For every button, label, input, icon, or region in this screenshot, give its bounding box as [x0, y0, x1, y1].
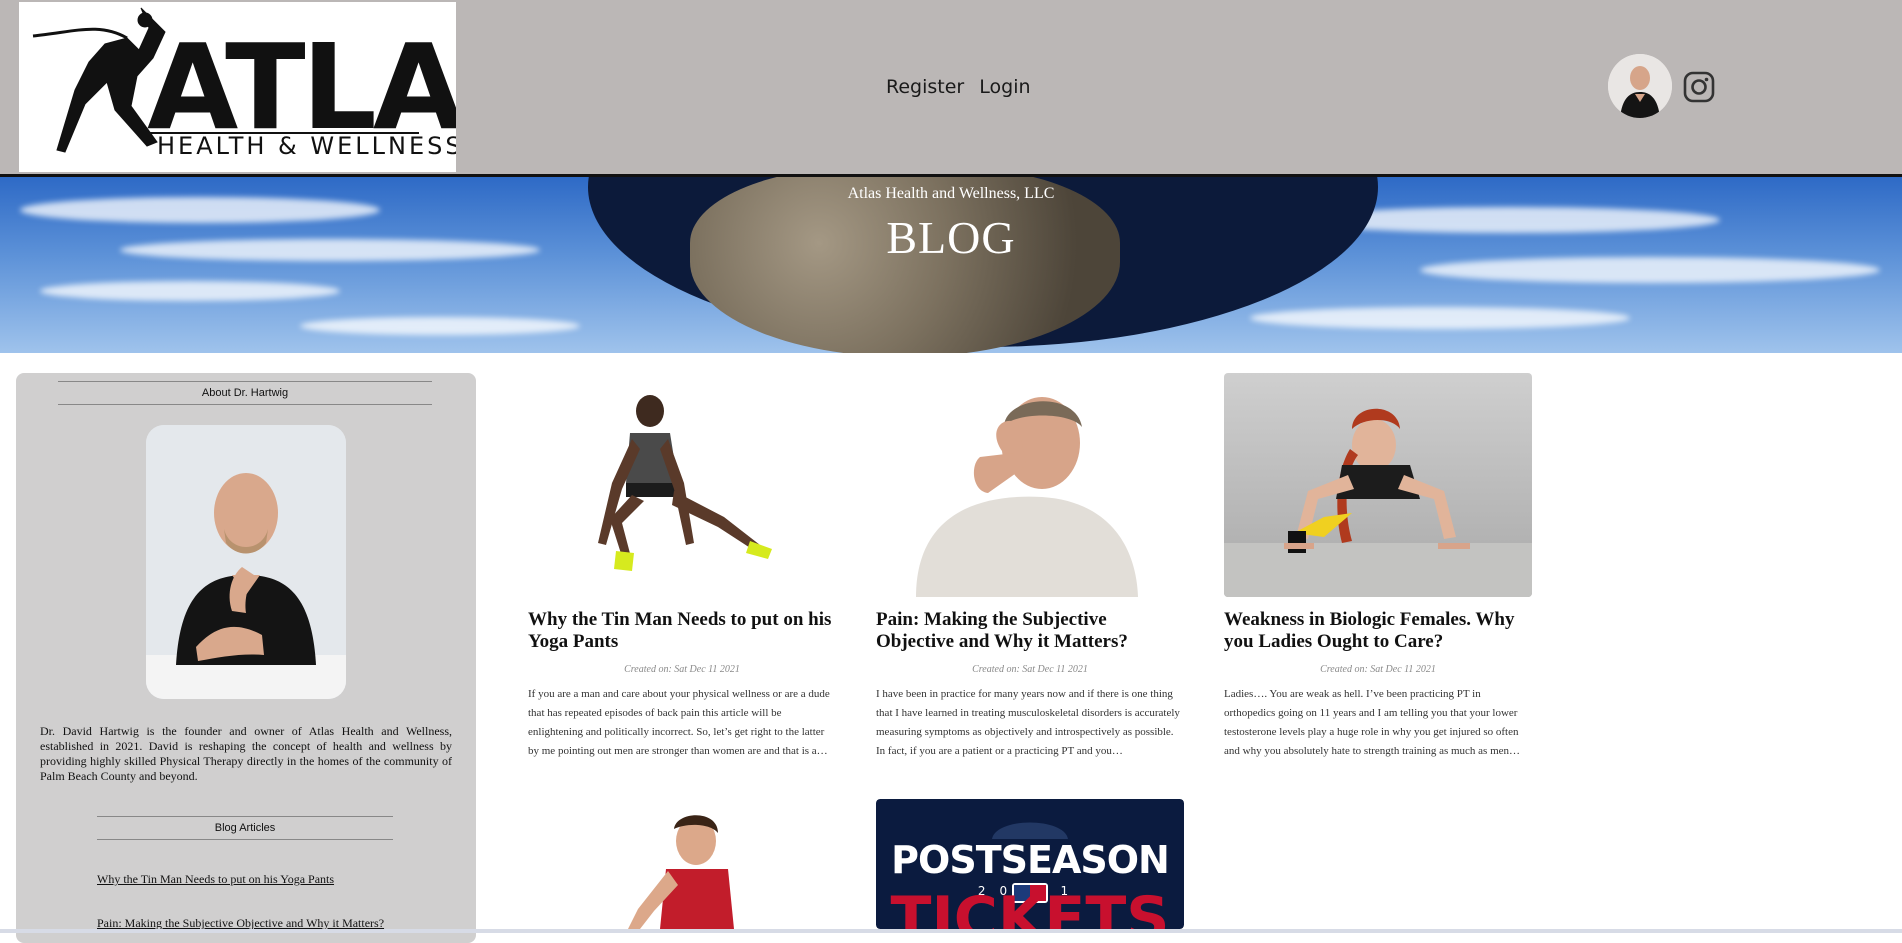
about-sidebar: About Dr. Hartwig Dr. David Hartwig is t… [16, 373, 476, 943]
post-card[interactable] [528, 799, 836, 929]
post-title[interactable]: Why the Tin Man Needs to put on his Yoga… [528, 609, 836, 653]
register-link[interactable]: Register [886, 76, 964, 98]
about-heading: About Dr. Hartwig [58, 381, 432, 405]
articles-heading: Blog Articles [97, 816, 393, 840]
atlas-logo[interactable]: ATLAS HEALTH & WELLNESS [19, 2, 456, 172]
svg-text:HEALTH & WELLNESS: HEALTH & WELLNESS [157, 132, 456, 160]
post-card[interactable]: Pain: Making the Subjective Objective an… [876, 373, 1184, 761]
rock-hands-graphic [690, 177, 1120, 353]
svg-text:TICKETS: TICKETS [891, 884, 1170, 929]
login-link[interactable]: Login [979, 76, 1030, 98]
post-image[interactable] [528, 373, 836, 597]
hero-title: BLOG [886, 212, 1016, 263]
post-excerpt: I have been in practice for many years n… [876, 688, 1180, 757]
post-card[interactable]: Weakness in Biologic Females. Why you La… [1224, 373, 1532, 761]
dr-hartwig-portrait [146, 425, 346, 699]
avatar[interactable] [1608, 54, 1672, 118]
page-bottom-edge [0, 929, 1902, 933]
post-image[interactable] [876, 373, 1184, 597]
post-card[interactable]: Why the Tin Man Needs to put on his Yoga… [528, 373, 836, 761]
post-date: Created on: Sat Dec 11 2021 [972, 664, 1088, 675]
postseason-tickets-image[interactable]: POSTSEASON 20 21 TICKETS [876, 799, 1184, 929]
site-header: ATLAS HEALTH & WELLNESS Register Login [0, 0, 1902, 177]
instagram-icon[interactable] [1683, 71, 1715, 103]
sidebar-article-link[interactable]: Why the Tin Man Needs to put on his Yoga… [97, 872, 334, 887]
blog-hero-banner: Atlas Health and Wellness, LLC BLOG [0, 177, 1902, 353]
post-excerpt: Ladies…. You are weak as hell. I’ve been… [1224, 688, 1521, 757]
post-title[interactable]: Pain: Making the Subjective Objective an… [876, 609, 1184, 653]
bio-text: Dr. David Hartwig is the founder and own… [40, 724, 452, 783]
post-date: Created on: Sat Dec 11 2021 [624, 664, 740, 675]
post-excerpt: If you are a man and care about your phy… [528, 688, 830, 757]
post-date: Created on: Sat Dec 11 2021 [1320, 664, 1436, 675]
auth-nav: Register Login [886, 76, 1040, 98]
hero-subtitle: Atlas Health and Wellness, LLC [847, 185, 1055, 202]
post-card[interactable]: POSTSEASON 20 21 TICKETS [876, 799, 1184, 929]
post-image[interactable] [528, 799, 836, 929]
svg-text:POSTSEASON: POSTSEASON [891, 838, 1169, 882]
post-title[interactable]: Weakness in Biologic Females. Why you La… [1224, 609, 1532, 653]
post-image[interactable] [1224, 373, 1532, 597]
